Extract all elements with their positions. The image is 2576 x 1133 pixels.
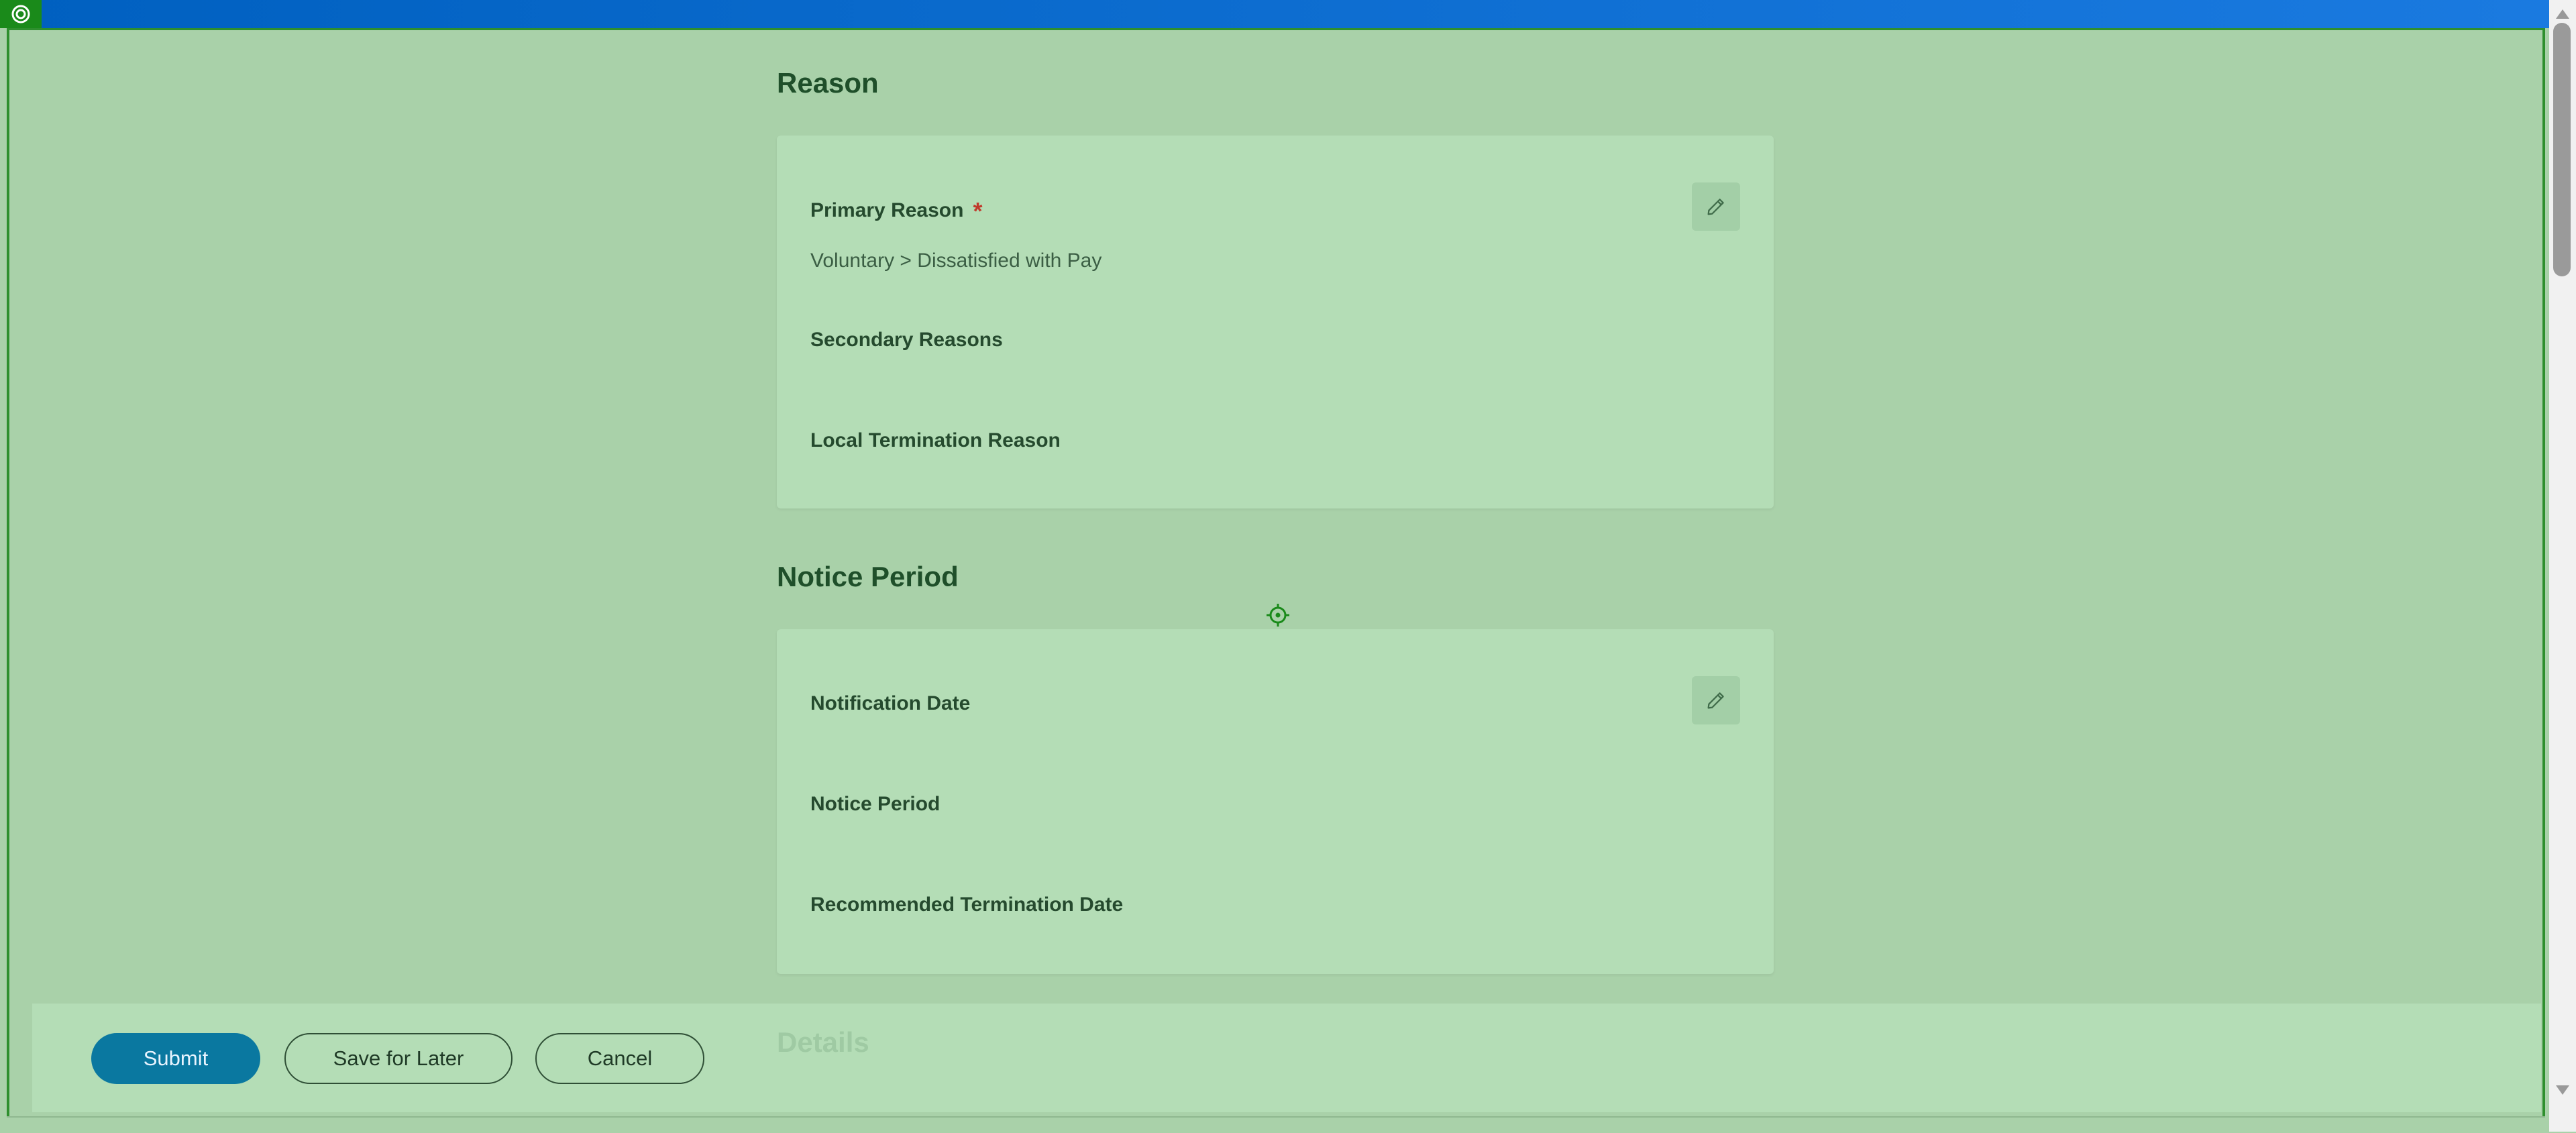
cancel-button[interactable]: Cancel [535,1033,704,1084]
edit-notice-period-button[interactable] [1692,676,1740,724]
primary-reason-label-text: Primary Reason [810,199,964,221]
notification-date-label: Notification Date [810,692,971,714]
scrollbar-thumb[interactable] [2553,23,2571,276]
edit-reason-button[interactable] [1692,182,1740,231]
notice-period-card: Notification Date Notice Period Recommen… [777,629,1774,974]
primary-reason-label: Primary Reason * [810,197,982,225]
submit-button[interactable]: Submit [91,1033,260,1084]
required-indicator: * [973,197,983,225]
secondary-reasons-label: Secondary Reasons [810,329,1003,351]
notice-period-section-title: Notice Period [777,561,959,592]
notice-period-label: Notice Period [810,793,941,815]
reason-card: Primary Reason * Voluntary > Dissatisfied… [777,136,1774,508]
primary-reason-value: Voluntary > Dissatisfied with Pay [810,250,1102,272]
scroll-up-icon[interactable] [2556,9,2569,19]
bottom-edge [7,1116,2545,1133]
local-termination-reason-label: Local Termination Reason [810,429,1061,451]
scroll-down-icon[interactable] [2556,1085,2569,1095]
target-icon [0,0,42,28]
top-bar [0,0,2549,28]
pencil-icon [1707,692,1724,709]
crosshair-icon [1267,604,1289,627]
footer-action-bar: Details Submit Save for Later Cancel [32,1004,2541,1112]
save-for-later-button[interactable]: Save for Later [284,1033,513,1084]
pencil-icon [1707,199,1724,215]
recommended-termination-date-label: Recommended Termination Date [810,894,1124,916]
details-section-title: Details [777,1026,869,1058]
vertical-scrollbar[interactable] [2549,0,2576,1132]
reason-section-title: Reason [777,67,879,99]
